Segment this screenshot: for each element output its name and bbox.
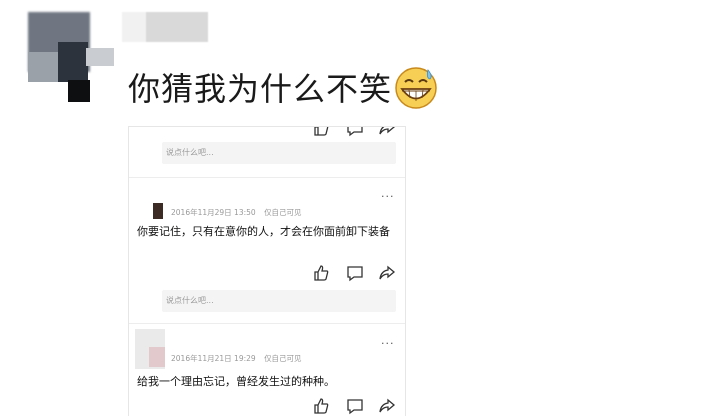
action-row-top <box>312 126 402 139</box>
action-row <box>312 397 402 416</box>
visibility-label: 仅自己可见 <box>264 354 302 363</box>
divider <box>129 323 405 324</box>
comment-input-1[interactable]: 说点什么吧... <box>162 142 396 164</box>
like-icon[interactable] <box>312 397 330 415</box>
like-icon[interactable] <box>312 264 330 282</box>
more-icon[interactable]: ··· <box>381 338 395 349</box>
comment-icon[interactable] <box>346 397 364 415</box>
comment-date: 2016年11月21日 19:29 <box>171 354 256 363</box>
username-blurred[interactable] <box>122 12 208 42</box>
like-icon[interactable] <box>312 126 330 137</box>
mini-avatar <box>149 347 165 367</box>
share-icon[interactable] <box>378 126 396 137</box>
comment-icon[interactable] <box>346 126 364 137</box>
comment-icon[interactable] <box>346 264 364 282</box>
comment-text: 你要记住，只有在意你的人，才会在你面前卸下装备 <box>137 225 390 238</box>
more-icon[interactable]: ··· <box>381 191 395 202</box>
action-row <box>312 264 402 284</box>
comments-screenshot: 说点什么吧... ··· 2016年11月29日 13:50 仅自己可见 你要记… <box>128 126 406 416</box>
divider <box>129 177 405 178</box>
share-icon[interactable] <box>378 264 396 282</box>
share-icon[interactable] <box>378 397 396 415</box>
mini-avatar <box>153 203 163 219</box>
post-text: 你猜我为什么不笑 <box>128 70 393 108</box>
avatar[interactable] <box>28 12 114 102</box>
comment-text: 给我一个理由忘记，曾经发生过的种种。 <box>137 375 335 388</box>
comment-date: 2016年11月29日 13:50 <box>171 208 256 217</box>
comment-input-2[interactable]: 说点什么吧... <box>162 290 396 312</box>
comment-meta: 2016年11月29日 13:50 仅自己可见 <box>171 207 308 218</box>
visibility-label: 仅自己可见 <box>264 208 302 217</box>
comment-meta: 2016年11月21日 19:29 仅自己可见 <box>171 353 308 364</box>
grinning-sweat-emoji <box>395 67 437 109</box>
